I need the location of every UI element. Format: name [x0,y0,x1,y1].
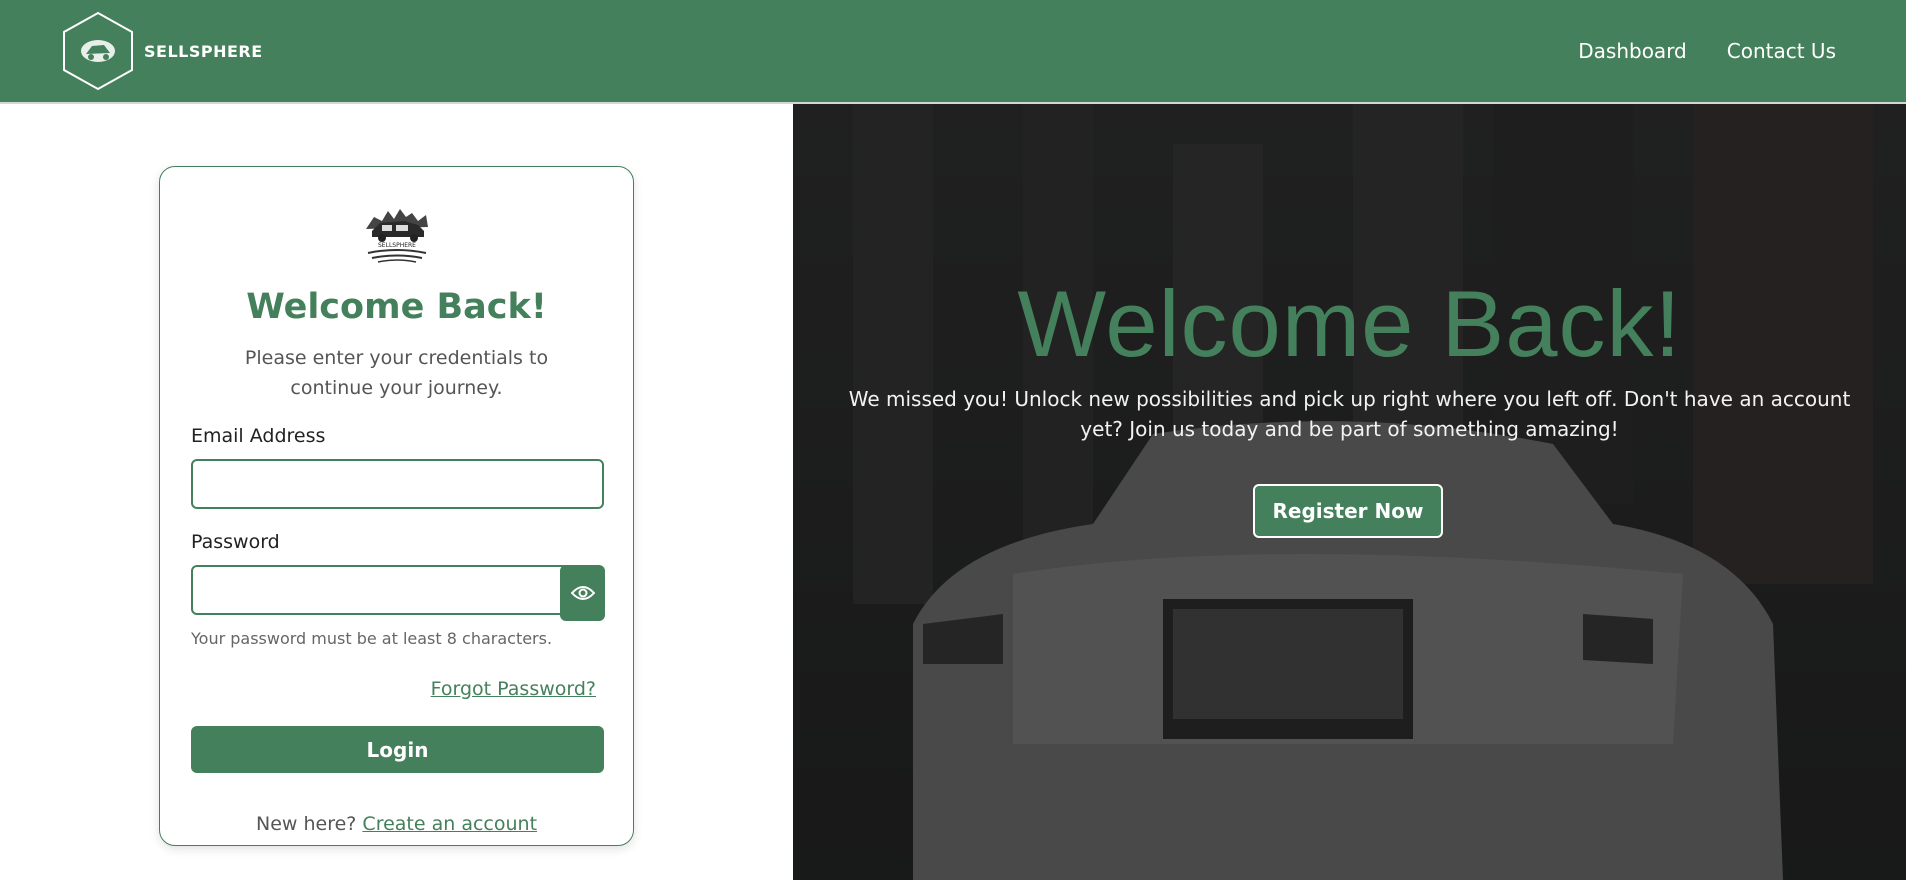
brand-logo-link[interactable]: SELLSPHERE [62,11,263,91]
password-label: Password [191,531,280,553]
brand-logo-icon [63,11,133,91]
password-field[interactable] [191,565,571,615]
signup-prompt: New here? Create an account [191,813,602,835]
password-hint: Your password must be at least 8 charact… [191,629,553,648]
signup-prompt-text: New here? [255,813,357,835]
create-account-link[interactable]: Create an account [362,813,537,835]
brand-name: SELLSPHERE [144,41,263,61]
login-button[interactable]: Login [191,726,604,773]
logo-caption: SELLSPHERE [378,242,416,249]
login-title: Welcome Back! [246,287,547,327]
car-logo-icon: SELLSPHERE [365,209,428,263]
forgot-wrap: Forgot Password? [191,678,602,700]
nav-dashboard-link[interactable]: Dashboard [1578,39,1687,63]
nav-links: Dashboard Contact Us [1578,39,1836,63]
hero-title: Welcome Back! [1017,271,1682,376]
password-row [191,565,605,621]
eye-icon [570,586,595,600]
forgot-password-link[interactable]: Forgot Password? [431,678,596,700]
toggle-password-button[interactable] [560,565,605,621]
email-field[interactable] [191,459,604,509]
nav-contact-link[interactable]: Contact Us [1727,39,1836,63]
hero-text: We missed you! Unlock new possibilities … [848,387,1851,441]
login-card: SELLSPHERE Welcome Back! Please enter yo… [159,166,634,846]
register-button[interactable]: Register Now [1253,484,1443,538]
top-navbar: SELLSPHERE Dashboard Contact Us [0,0,1906,104]
hero-panel: Welcome Back! We missed you! Unlock new … [793,104,1906,880]
email-label: Email Address [191,425,326,447]
login-subtitle: Please enter your credentials to continu… [244,347,549,399]
login-pane: SELLSPHERE Welcome Back! Please enter yo… [0,104,793,880]
